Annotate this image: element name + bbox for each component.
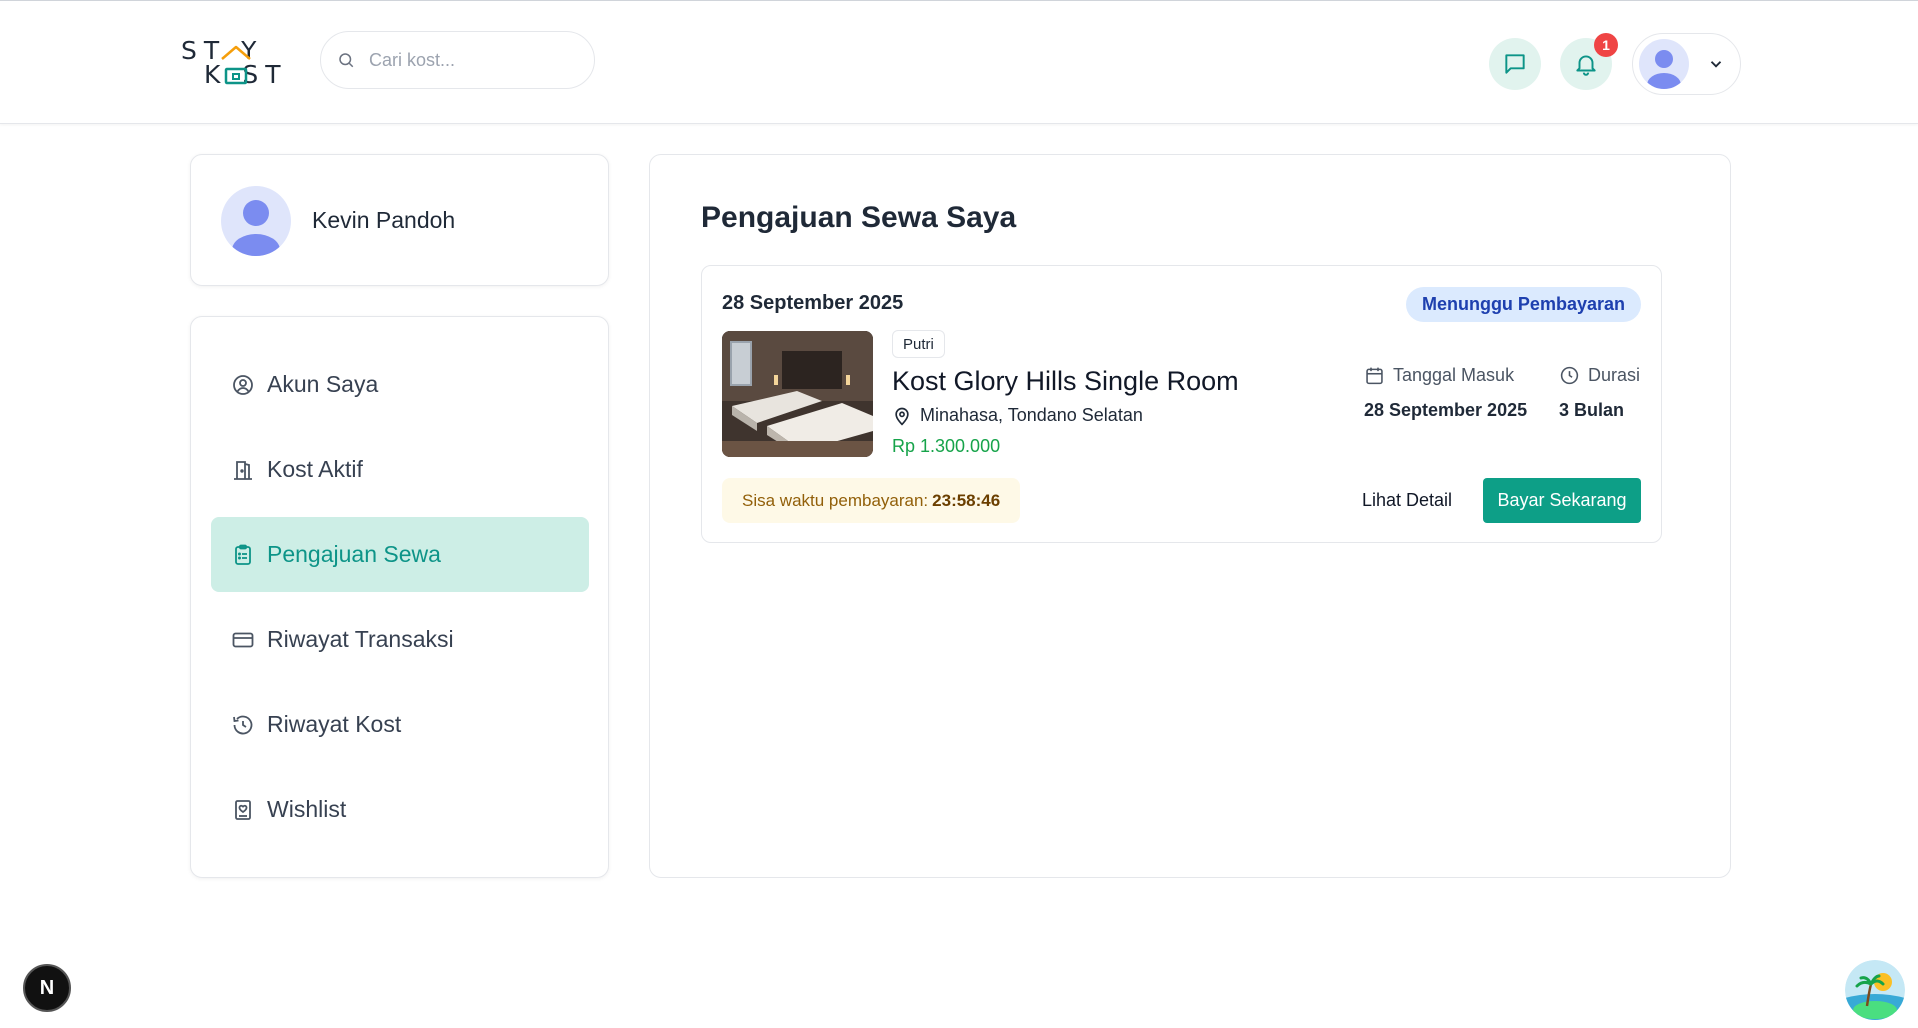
search-icon <box>339 53 354 68</box>
sidebar-item-wishlist[interactable]: Wishlist <box>211 772 589 847</box>
profile-name: Kevin Pandoh <box>312 207 456 233</box>
sidebar-item-kost-aktif[interactable]: Kost Aktif <box>211 432 589 507</box>
location-text: Minahasa, Tondano Selatan <box>920 405 1143 425</box>
gender-tag: Putri <box>892 330 945 358</box>
pay-now-button[interactable]: Bayar Sekarang <box>1483 478 1641 523</box>
clock-icon <box>1560 366 1579 385</box>
duration-label: Durasi <box>1559 365 1640 386</box>
checkin-label: Tanggal Masuk <box>1364 365 1514 386</box>
notification-count-badge: 1 <box>1594 33 1618 57</box>
room-location: Minahasa, Tondano Selatan <box>892 405 1143 426</box>
duration-label-text: Durasi <box>1588 365 1641 385</box>
search-input[interactable] <box>369 49 569 71</box>
avatar <box>1639 39 1689 89</box>
sidebar-item-akun-saya[interactable]: Akun Saya <box>211 347 589 422</box>
avatar <box>221 186 291 256</box>
timer-label: Sisa waktu pembayaran: <box>742 490 929 510</box>
calendar-icon <box>1366 367 1383 385</box>
account-sidebar: Akun Saya Kost Aktif Pengajuan Sewa Riwa… <box>190 316 609 878</box>
top-navbar: ST Y K ST 1 <box>0 1 1918 124</box>
bookmark-heart-icon <box>231 798 255 822</box>
room-thumbnail[interactable] <box>722 331 873 457</box>
sidebar-item-pengajuan-sewa[interactable]: Pengajuan Sewa <box>211 517 589 592</box>
sidebar-item-label: Riwayat Transaksi <box>267 626 454 652</box>
checkin-date: 28 September 2025 <box>1364 400 1528 420</box>
house-icon <box>221 45 251 85</box>
map-pin-icon <box>895 407 909 425</box>
user-avatar-icon <box>1647 50 1681 89</box>
sidebar-item-label: Riwayat Kost <box>267 711 402 737</box>
sidebar-item-label: Akun Saya <box>267 371 379 397</box>
history-icon <box>231 713 255 737</box>
sidebar-item-riwayat-transaksi[interactable]: Riwayat Transaksi <box>211 602 589 677</box>
sidebar-item-riwayat-kost[interactable]: Riwayat Kost <box>211 687 589 762</box>
chevron-down-icon <box>1710 61 1722 68</box>
beach-avatar-icon[interactable] <box>1845 960 1905 1020</box>
sidebar-item-label: Wishlist <box>267 796 347 822</box>
room-photo <box>722 331 873 457</box>
room-name[interactable]: Kost Glory Hills Single Room <box>892 366 1239 397</box>
bell-icon <box>1576 55 1596 76</box>
user-circle-icon <box>231 373 255 397</box>
chat-button[interactable] <box>1489 38 1541 90</box>
profile-menu-button[interactable] <box>1632 33 1741 95</box>
door-icon <box>231 458 255 482</box>
sidebar-item-label: Pengajuan Sewa <box>267 541 441 567</box>
page-title: Pengajuan Sewa Saya <box>701 201 1017 234</box>
status-badge: Menunggu Pembayaran <box>1405 287 1641 322</box>
user-avatar-icon <box>232 200 280 256</box>
notification-button[interactable]: 1 <box>1560 33 1618 90</box>
profile-card: Kevin Pandoh <box>190 154 609 286</box>
view-detail-link[interactable]: Lihat Detail <box>1362 490 1452 511</box>
nextjs-dev-badge[interactable]: N <box>23 964 71 1012</box>
staykost-logo[interactable]: ST Y K ST <box>181 38 299 89</box>
rental-requests-panel: Pengajuan Sewa Saya 28 September 2025 Me… <box>649 154 1731 878</box>
request-date: 28 September 2025 <box>722 292 904 314</box>
sidebar-item-label: Kost Aktif <box>267 456 363 482</box>
clipboard-list-icon <box>231 543 255 567</box>
payment-timer: Sisa waktu pembayaran: 23:58:46 <box>722 478 1021 523</box>
message-square-icon <box>1505 54 1525 74</box>
room-price: Rp 1.300.000 <box>892 436 1001 456</box>
credit-card-icon <box>231 628 255 652</box>
duration-value: 3 Bulan <box>1559 400 1625 420</box>
search-bar[interactable] <box>320 31 595 89</box>
rental-request-card: 28 September 2025 Menunggu Pembayaran Pu… <box>701 265 1662 543</box>
checkin-label-text: Tanggal Masuk <box>1393 365 1515 385</box>
timer-value: 23:58:46 <box>932 490 1001 510</box>
